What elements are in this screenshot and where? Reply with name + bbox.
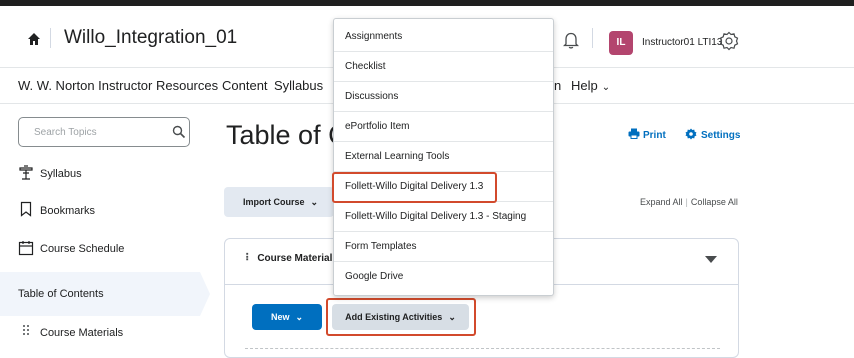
- module-title: Course Material: [257, 253, 333, 264]
- menu-item-google-drive[interactable]: Google Drive: [334, 262, 553, 292]
- avatar[interactable]: IL: [609, 31, 633, 55]
- bookmark-icon: [20, 201, 32, 217]
- expand-all-link[interactable]: Expand All: [640, 197, 683, 207]
- page-title: Table of C: [226, 120, 348, 150]
- import-course-button[interactable]: Import Course ⌄: [224, 187, 334, 217]
- course-title[interactable]: Willo_Integration_01: [64, 27, 237, 49]
- calendar-icon: [18, 241, 34, 256]
- chevron-down-icon: ⌄: [601, 82, 611, 93]
- search-placeholder: Search Topics: [34, 127, 97, 138]
- print-button[interactable]: Print: [628, 128, 666, 141]
- menu-item-eportfolio[interactable]: ePortfolio Item: [334, 112, 553, 142]
- nav-item-syllabus[interactable]: Syllabus: [274, 78, 323, 93]
- collapse-all-link[interactable]: Collapse All: [691, 197, 738, 207]
- gear-icon: [685, 128, 697, 140]
- lectern-icon: [19, 165, 33, 180]
- nav-item-norton-resources[interactable]: W. W. Norton Instructor Resources: [18, 78, 218, 93]
- sidebar-item-label: Syllabus: [40, 168, 82, 180]
- divider: [50, 28, 51, 48]
- expand-collapse-links: Expand All | Collapse All: [640, 197, 738, 207]
- printer-icon: [628, 128, 640, 139]
- nav-item-content[interactable]: Content: [222, 78, 268, 93]
- drag-handle-icon: [23, 325, 29, 335]
- new-button[interactable]: New ⌄: [252, 304, 322, 330]
- username[interactable]: Instructor01 LTI13: [642, 37, 722, 48]
- menu-item-form-templates[interactable]: Form Templates: [334, 232, 553, 262]
- menu-item-discussions[interactable]: Discussions: [334, 82, 553, 112]
- nav-item-partial[interactable]: n: [554, 78, 561, 93]
- menu-item-checklist[interactable]: Checklist: [334, 52, 553, 82]
- highlight-box: [332, 172, 497, 203]
- print-label: Print: [643, 130, 666, 141]
- divider: |: [685, 197, 688, 207]
- sidebar-item-label: Course Schedule: [40, 243, 125, 255]
- toc-selected-arrow: [200, 272, 210, 316]
- settings-button[interactable]: Settings: [685, 128, 740, 141]
- bell-icon[interactable]: [563, 31, 579, 49]
- module-header[interactable]: ⠇ Course Material: [245, 253, 332, 264]
- home-icon[interactable]: [27, 32, 41, 46]
- add-existing-dropdown-menu: Assignments Checklist Discussions ePortf…: [333, 18, 554, 296]
- search-icon[interactable]: [172, 125, 186, 139]
- divider: [592, 28, 593, 48]
- drag-handle-icon[interactable]: ⠇: [245, 253, 252, 264]
- chevron-down-icon: ⌄: [295, 312, 304, 322]
- settings-label: Settings: [701, 130, 741, 141]
- sidebar-item-label: Course Materials: [40, 327, 124, 339]
- gear-icon[interactable]: [719, 31, 739, 51]
- import-course-label: Import Course: [243, 197, 305, 207]
- menu-item-assignments[interactable]: Assignments: [334, 22, 553, 52]
- nav-item-help[interactable]: Help ⌄: [571, 78, 610, 93]
- search-input[interactable]: Search Topics: [18, 117, 190, 147]
- help-label: Help: [571, 78, 598, 93]
- highlight-box: [326, 298, 476, 336]
- caret-down-icon[interactable]: [705, 256, 717, 263]
- sidebar-item-label: Bookmarks: [40, 205, 96, 217]
- menu-item-follett-willo-staging[interactable]: Follett-Willo Digital Delivery 1.3 - Sta…: [334, 202, 553, 232]
- chevron-down-icon: ⌄: [310, 197, 319, 207]
- new-label: New: [270, 312, 290, 322]
- sidebar-item-table-of-contents[interactable]: Table of Contents: [18, 288, 104, 300]
- menu-item-external-learning-tools[interactable]: External Learning Tools: [334, 142, 553, 172]
